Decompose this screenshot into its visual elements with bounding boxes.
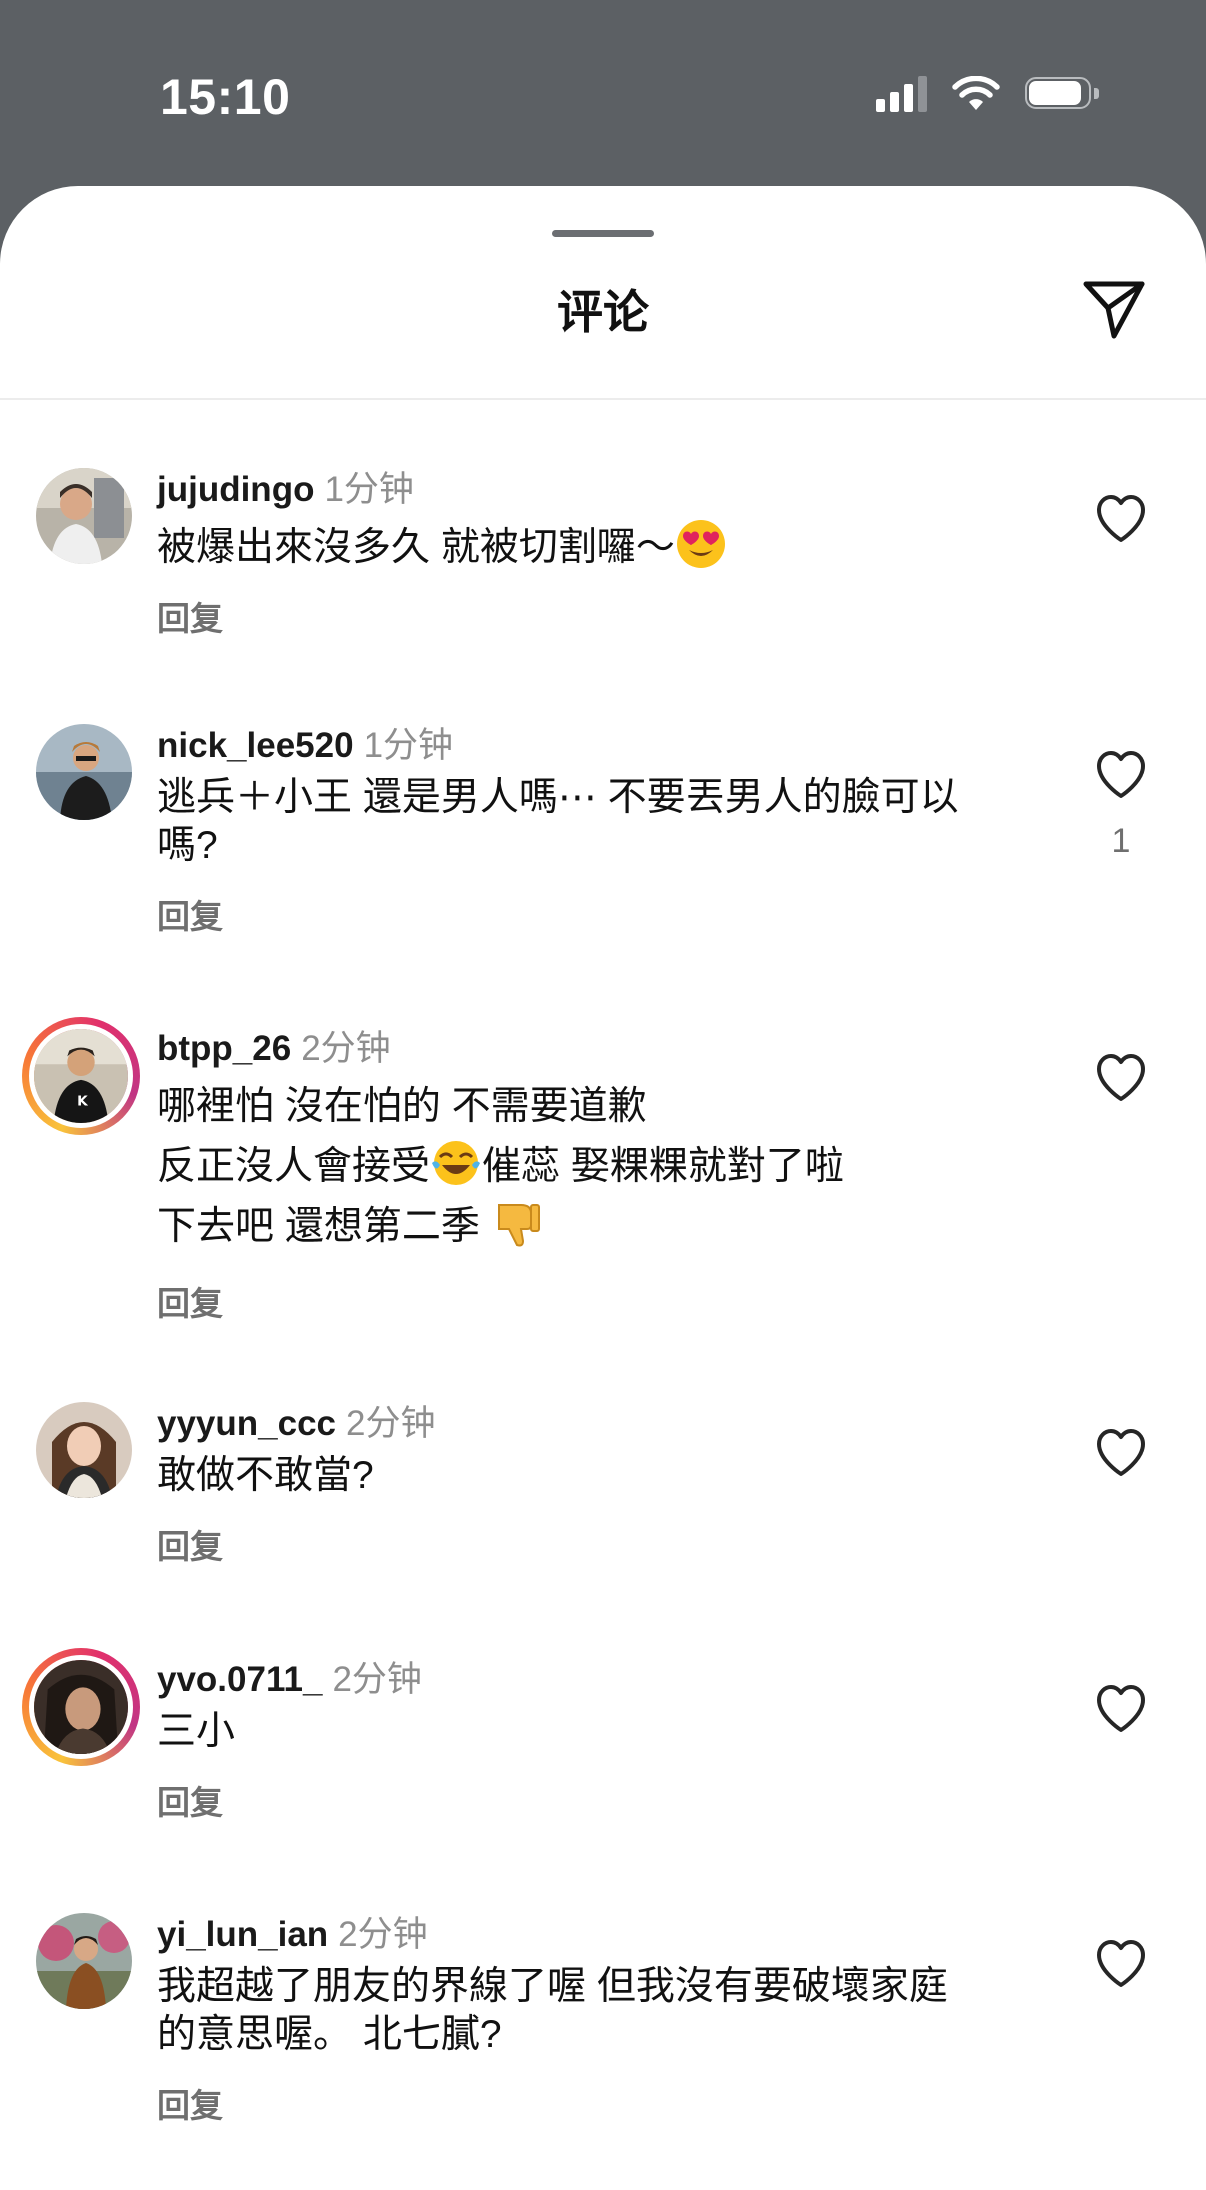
battery-icon <box>1025 77 1101 111</box>
comment-time: 2分钟 <box>301 1029 391 1068</box>
comment-text: 被爆出來沒多久 就被切割囉～ <box>157 518 1017 572</box>
comments-sheet: 评论 jujudingo 1分钟 被爆出來沒多久 就被切割囉～ 回复 nick_… <box>0 186 1206 2190</box>
comment-time: 1分钟 <box>324 470 414 509</box>
avatar-image <box>36 1913 132 2009</box>
comment-text: 哪裡怕 沒在怕的 不需要道歉 反正沒人會接受 催蕊 娶粿粿就對了啦 下去吧 還想… <box>157 1077 1017 1257</box>
comment-username[interactable]: nick_lee520 <box>157 726 354 765</box>
paper-plane-icon <box>1083 281 1145 339</box>
comment-time: 1分钟 <box>363 726 454 765</box>
svg-text:K: K <box>77 1093 89 1109</box>
like-button[interactable] <box>1095 494 1147 544</box>
comment-username[interactable]: jujudingo <box>157 470 314 509</box>
heart-icon <box>1097 751 1145 798</box>
comment-text: 敢做不敢當? <box>157 1452 1017 1500</box>
cellular-signal-icon <box>876 76 927 112</box>
avatar[interactable] <box>36 468 132 564</box>
avatar-image <box>36 468 132 564</box>
reply-button[interactable]: 回复 <box>157 1776 223 1824</box>
header-divider <box>0 398 1206 400</box>
tears-of-joy-emoji <box>432 1141 481 1185</box>
comment-line: 的意思喔。 北七膩? <box>157 2013 502 2056</box>
heart-icon <box>1097 1685 1145 1732</box>
comment-line: 下去吧 還想第二季 <box>157 1205 480 1248</box>
comment-text: 逃兵＋小王 還是男人嗎⋯ 不要丟男人的臉可以 嗎? <box>157 774 1017 870</box>
comment-line: 催蕊 娶粿粿就對了啦 <box>482 1145 844 1188</box>
thumbs-down-emoji <box>497 1204 540 1247</box>
comment-line: 我超越了朋友的界線了喔 但我沒有要破壞家庭 <box>157 1965 948 2008</box>
reply-button[interactable]: 回复 <box>157 592 223 640</box>
reply-button[interactable]: 回复 <box>157 1520 223 1568</box>
avatar-image: K <box>29 1024 133 1128</box>
comment-time: 2分钟 <box>338 1915 428 1954</box>
like-button[interactable] <box>1095 1053 1147 1103</box>
reply-button[interactable]: 回复 <box>157 890 223 938</box>
wifi-icon <box>952 76 1000 110</box>
comment-line: 反正沒人會接受 <box>157 1145 431 1188</box>
heart-eyes-emoji <box>676 520 725 568</box>
comment-text: 我超越了朋友的界線了喔 但我沒有要破壞家庭 的意思喔。 北七膩? <box>157 1963 1017 2059</box>
like-button[interactable] <box>1095 1939 1147 1989</box>
send-button[interactable] <box>1078 272 1150 344</box>
comment-username[interactable]: yvo.0711_ <box>157 1660 322 1699</box>
avatar-image <box>29 1655 133 1759</box>
comment-username[interactable]: yyyun_ccc <box>157 1404 336 1443</box>
avatar-image <box>36 1402 132 1498</box>
comment-line: 敢做不敢當? <box>157 1454 374 1497</box>
heart-icon <box>1097 1054 1145 1101</box>
avatar[interactable] <box>36 1913 132 2009</box>
heart-icon <box>1097 1940 1145 1987</box>
comment-username[interactable]: yi_lun_ian <box>157 1915 328 1954</box>
comment-time: 2分钟 <box>332 1660 422 1699</box>
comment-line: 哪裡怕 沒在怕的 不需要道歉 <box>157 1085 647 1128</box>
like-button[interactable] <box>1095 1684 1147 1734</box>
comment-username[interactable]: btpp_26 <box>157 1029 291 1068</box>
heart-icon <box>1097 495 1145 542</box>
like-count: 1 <box>1111 822 1131 860</box>
like-button[interactable] <box>1095 750 1147 800</box>
avatar-story-ring[interactable] <box>22 1648 140 1766</box>
avatar-story-ring[interactable]: K <box>22 1017 140 1135</box>
heart-icon <box>1097 1429 1145 1476</box>
reply-button[interactable]: 回复 <box>157 2079 223 2127</box>
comment-line: 嗎? <box>157 824 218 867</box>
comment-line: 三小 <box>157 1710 236 1753</box>
comment-text: 三小 <box>157 1708 1017 1756</box>
avatar[interactable] <box>36 724 132 820</box>
reply-button[interactable]: 回复 <box>157 1277 223 1325</box>
status-icons <box>876 76 1101 112</box>
sheet-drag-handle[interactable] <box>552 230 654 237</box>
comment-line: 被爆出來沒多久 就被切割囉～ <box>157 526 675 569</box>
avatar[interactable] <box>36 1402 132 1498</box>
sheet-title: 评论 <box>557 286 649 338</box>
status-bar: 15:10 <box>0 0 1206 186</box>
comment-time: 2分钟 <box>346 1404 436 1443</box>
status-time: 15:10 <box>160 69 291 125</box>
comment-line: 逃兵＋小王 還是男人嗎⋯ 不要丟男人的臉可以 <box>157 776 959 819</box>
like-button[interactable] <box>1095 1428 1147 1478</box>
avatar-image <box>36 724 132 820</box>
